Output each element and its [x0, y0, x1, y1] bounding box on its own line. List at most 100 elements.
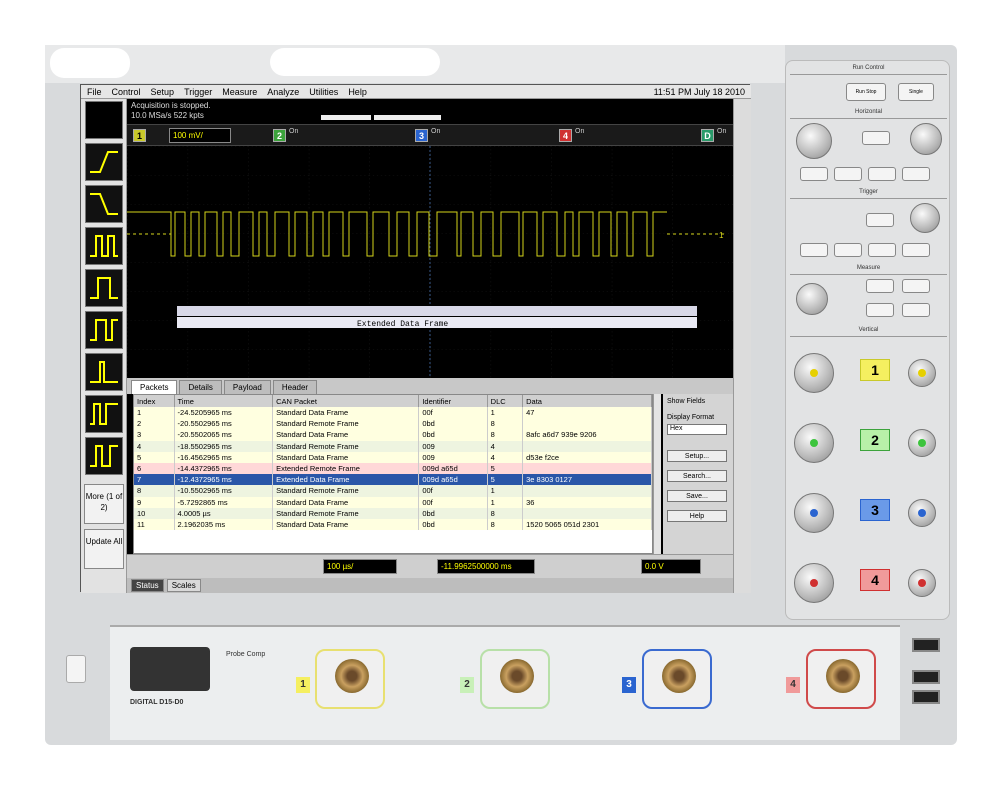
- run-stop-button[interactable]: Run Stop: [846, 83, 886, 101]
- menu-trigger[interactable]: Trigger: [184, 87, 212, 97]
- trigger-mode-button[interactable]: [800, 243, 828, 257]
- trigger-level-knob[interactable]: [910, 203, 940, 233]
- search-button[interactable]: Search...: [667, 470, 727, 482]
- serial-decode-button[interactable]: [902, 303, 930, 317]
- ch3-scale-knob[interactable]: [794, 493, 834, 533]
- ch4-button[interactable]: 4: [860, 569, 890, 591]
- usb-port-top[interactable]: [912, 638, 940, 652]
- display-format-select[interactable]: Hex: [667, 424, 727, 435]
- delay-trigger-button[interactable]: [85, 353, 123, 391]
- channel-3-box[interactable]: 3: [415, 129, 428, 142]
- col-data[interactable]: Data: [522, 395, 652, 407]
- table-row[interactable]: 8 -10.5502965 ms Standard Remote Frame 00f 1: [134, 485, 652, 497]
- menu-analyze[interactable]: Analyze: [267, 87, 299, 97]
- pattern-trigger-button[interactable]: [85, 269, 123, 307]
- ch1-button[interactable]: 1: [860, 359, 890, 381]
- usb-port-middle[interactable]: [912, 670, 940, 684]
- quick-meas-button[interactable]: [902, 167, 930, 181]
- channel-4-bnc[interactable]: [806, 649, 876, 709]
- menu-file[interactable]: File: [87, 87, 102, 97]
- trigger-auto-button[interactable]: [866, 213, 894, 227]
- zoom-button[interactable]: [862, 131, 890, 145]
- meas-button[interactable]: [866, 303, 894, 317]
- color-swatch-button[interactable]: [85, 101, 123, 139]
- save-button[interactable]: Save...: [667, 490, 727, 502]
- table-row[interactable]: 9 -5.7292865 ms Standard Data Frame 00f 1 36: [134, 496, 652, 508]
- menu-measure[interactable]: Measure: [222, 87, 257, 97]
- col-time[interactable]: Time: [174, 395, 274, 407]
- menu-utilities[interactable]: Utilities: [309, 87, 338, 97]
- digital-button[interactable]: [902, 279, 930, 293]
- ch2-button[interactable]: 2: [860, 429, 890, 451]
- trigger-level-field[interactable]: 0.0 V: [641, 559, 701, 574]
- trigger-more-button[interactable]: [902, 243, 930, 257]
- menu-control[interactable]: Control: [112, 87, 141, 97]
- more-button[interactable]: More (1 of 2): [84, 484, 124, 524]
- channel-4-box[interactable]: 4: [559, 129, 572, 142]
- horizontal-menu-button[interactable]: [800, 167, 828, 181]
- ch1-scale-knob[interactable]: [794, 353, 834, 393]
- col-dlc[interactable]: DLC: [487, 395, 524, 407]
- rising-edge-trigger-button[interactable]: [85, 143, 123, 181]
- tab-payload[interactable]: Payload: [223, 380, 271, 394]
- table-row[interactable]: 2 -20.5502965 ms Standard Remote Frame 0bd 8: [134, 418, 652, 430]
- ch1-offset-knob[interactable]: [908, 359, 936, 387]
- table-scrollbar[interactable]: [653, 394, 661, 554]
- ch2-scale-knob[interactable]: [794, 423, 834, 463]
- help-button[interactable]: Help: [667, 510, 727, 522]
- digital-probe-connector[interactable]: [130, 647, 210, 691]
- trigger-sweep-button[interactable]: [868, 243, 896, 257]
- tab-details[interactable]: Details: [179, 380, 222, 394]
- update-all-button[interactable]: Update All: [84, 529, 124, 569]
- tab-status[interactable]: Status: [131, 579, 164, 592]
- menu-setup[interactable]: Setup: [151, 87, 175, 97]
- col-identifier[interactable]: Identifier: [418, 395, 488, 407]
- ch4-scale-knob[interactable]: [794, 563, 834, 603]
- ch4-offset-knob[interactable]: [908, 569, 936, 597]
- horizontal-position-knob[interactable]: [910, 123, 942, 155]
- serial-trigger-button[interactable]: [85, 437, 123, 475]
- setup-button[interactable]: Setup...: [667, 450, 727, 462]
- state-trigger-button[interactable]: [85, 311, 123, 349]
- digital-channel-box[interactable]: D: [701, 129, 714, 142]
- channel-1-scale[interactable]: 100 mV/: [169, 128, 231, 143]
- timebase-field[interactable]: 100 µs/: [323, 559, 397, 574]
- table-row[interactable]: 6 -14.4372965 ms Extended Remote Frame 009d…: [134, 462, 652, 475]
- single-button[interactable]: Single: [898, 83, 934, 101]
- waveform-display[interactable]: 1 Extended Data Frame: [127, 146, 733, 378]
- show-fields-checkbox[interactable]: Show Fields: [667, 398, 705, 405]
- horizontal-scale-knob[interactable]: [796, 123, 832, 159]
- power-button[interactable]: [66, 655, 86, 683]
- pulse-width-trigger-button[interactable]: [85, 227, 123, 265]
- math-button[interactable]: [866, 279, 894, 293]
- falling-edge-trigger-button[interactable]: [85, 185, 123, 223]
- trigger-edge-button[interactable]: [834, 243, 862, 257]
- channel-2-bnc[interactable]: [480, 649, 550, 709]
- table-row[interactable]: 3 -20.5502065 ms Standard Data Frame 0bd 8 8a…: [134, 429, 652, 441]
- col-index[interactable]: Index: [134, 395, 175, 407]
- tab-packets[interactable]: Packets: [131, 380, 178, 394]
- table-row[interactable]: 7 -12.4372965 ms Extended Data Frame 009d a…: [134, 474, 652, 486]
- time-position-field[interactable]: -11.9962500000 ms: [437, 559, 535, 574]
- channel-1-bnc[interactable]: [315, 649, 385, 709]
- ch3-button[interactable]: 3: [860, 499, 890, 521]
- tab-scales[interactable]: Scales: [166, 579, 201, 592]
- channel-3-bnc[interactable]: [642, 649, 712, 709]
- right-scrollbar[interactable]: [733, 99, 751, 593]
- usb-port-bottom[interactable]: [912, 690, 940, 704]
- table-row[interactable]: 10 4.0005 µs Standard Remote Frame 0bd 8: [134, 507, 652, 519]
- cursors-button[interactable]: [868, 167, 896, 181]
- measure-knob[interactable]: [796, 283, 828, 315]
- table-row[interactable]: 5 -16.4562965 ms Standard Data Frame 009 4 d5…: [134, 451, 652, 463]
- timeout-trigger-button[interactable]: [85, 395, 123, 433]
- ch2-offset-knob[interactable]: [908, 429, 936, 457]
- channel-1-box[interactable]: 1: [133, 129, 146, 142]
- table-row[interactable]: 1 -24.5205965 ms Standard Data Frame 00f 1 47: [134, 407, 652, 419]
- tab-header[interactable]: Header: [272, 380, 318, 394]
- mark-button[interactable]: [834, 167, 862, 181]
- channel-2-box[interactable]: 2: [273, 129, 286, 142]
- table-row[interactable]: 4 -18.5502965 ms Standard Remote Frame 009 4: [134, 440, 652, 452]
- table-row[interactable]: 11 2.1962035 ms Standard Data Frame 0bd 8 152…: [134, 518, 652, 531]
- ch3-offset-knob[interactable]: [908, 499, 936, 527]
- col-can-packet[interactable]: CAN Packet: [272, 395, 420, 407]
